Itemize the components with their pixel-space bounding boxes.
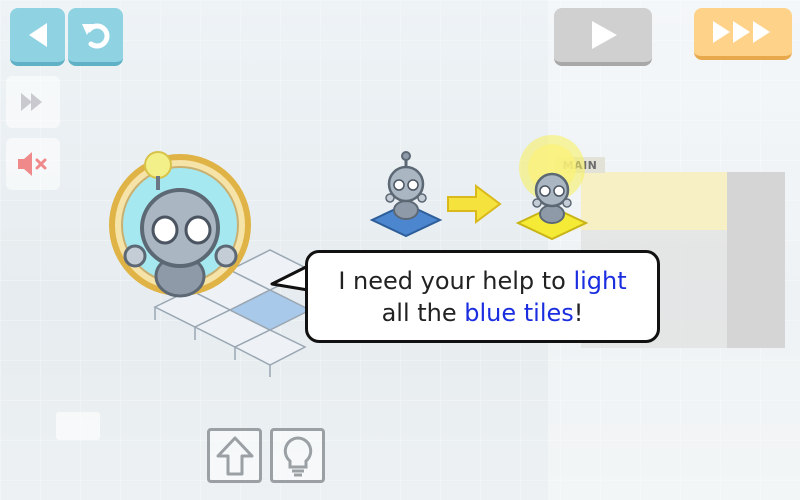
dialog-text: I need your help to — [338, 266, 574, 295]
step-forward-icon — [21, 93, 42, 111]
lightbulb-icon — [283, 435, 312, 476]
forward-command-button[interactable] — [207, 428, 262, 483]
fast-forward-icon — [713, 21, 770, 43]
sound-muted-icon — [18, 152, 47, 176]
robot-on-lit-tile — [515, 135, 589, 241]
faint-panel — [56, 412, 100, 440]
undo-icon — [81, 23, 109, 49]
dialog-line-2: all the blue tiles! — [382, 297, 584, 329]
dialog-line-1: I need your help to light — [338, 265, 626, 297]
robot-on-blue-tile — [369, 151, 443, 238]
program-scroll-area — [727, 172, 785, 348]
speech-bubble[interactable]: I need your help to light all the blue t… — [305, 250, 660, 343]
back-arrow-icon — [28, 23, 47, 47]
play-button[interactable] — [554, 8, 652, 66]
main-program-slot[interactable] — [581, 172, 727, 230]
dialog-highlight-light: light — [573, 266, 627, 295]
dialog-highlight-blue-tiles: blue tiles — [464, 298, 574, 327]
undo-button[interactable] — [68, 8, 123, 66]
step-speed-button[interactable] — [6, 76, 60, 128]
dialog-text: ! — [573, 298, 584, 327]
sound-button[interactable] — [6, 138, 60, 190]
robot-portrait — [109, 151, 251, 298]
dialog-text: all the — [381, 298, 465, 327]
fast-forward-button[interactable] — [694, 8, 792, 60]
back-button[interactable] — [10, 8, 65, 66]
light-command-button[interactable] — [270, 428, 325, 483]
play-icon — [592, 21, 617, 49]
arrow-up-icon — [216, 436, 253, 475]
arrow-right-icon — [447, 184, 502, 224]
